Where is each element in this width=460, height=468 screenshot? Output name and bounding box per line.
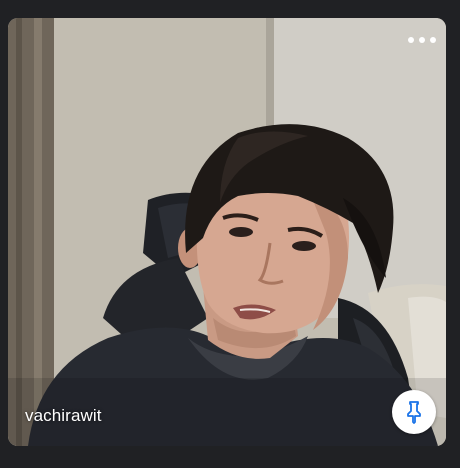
pin-icon — [407, 401, 421, 424]
participant-video-feed — [8, 18, 446, 446]
participant-video-tile[interactable]: vachirawit — [8, 18, 446, 446]
more-horiz-icon — [408, 37, 414, 43]
more-options-button[interactable] — [408, 32, 436, 48]
pin-button[interactable] — [392, 390, 436, 434]
more-horiz-icon-dot-2 — [419, 37, 425, 43]
more-horiz-icon-dot-3 — [430, 37, 436, 43]
participant-name: vachirawit — [25, 406, 102, 425]
